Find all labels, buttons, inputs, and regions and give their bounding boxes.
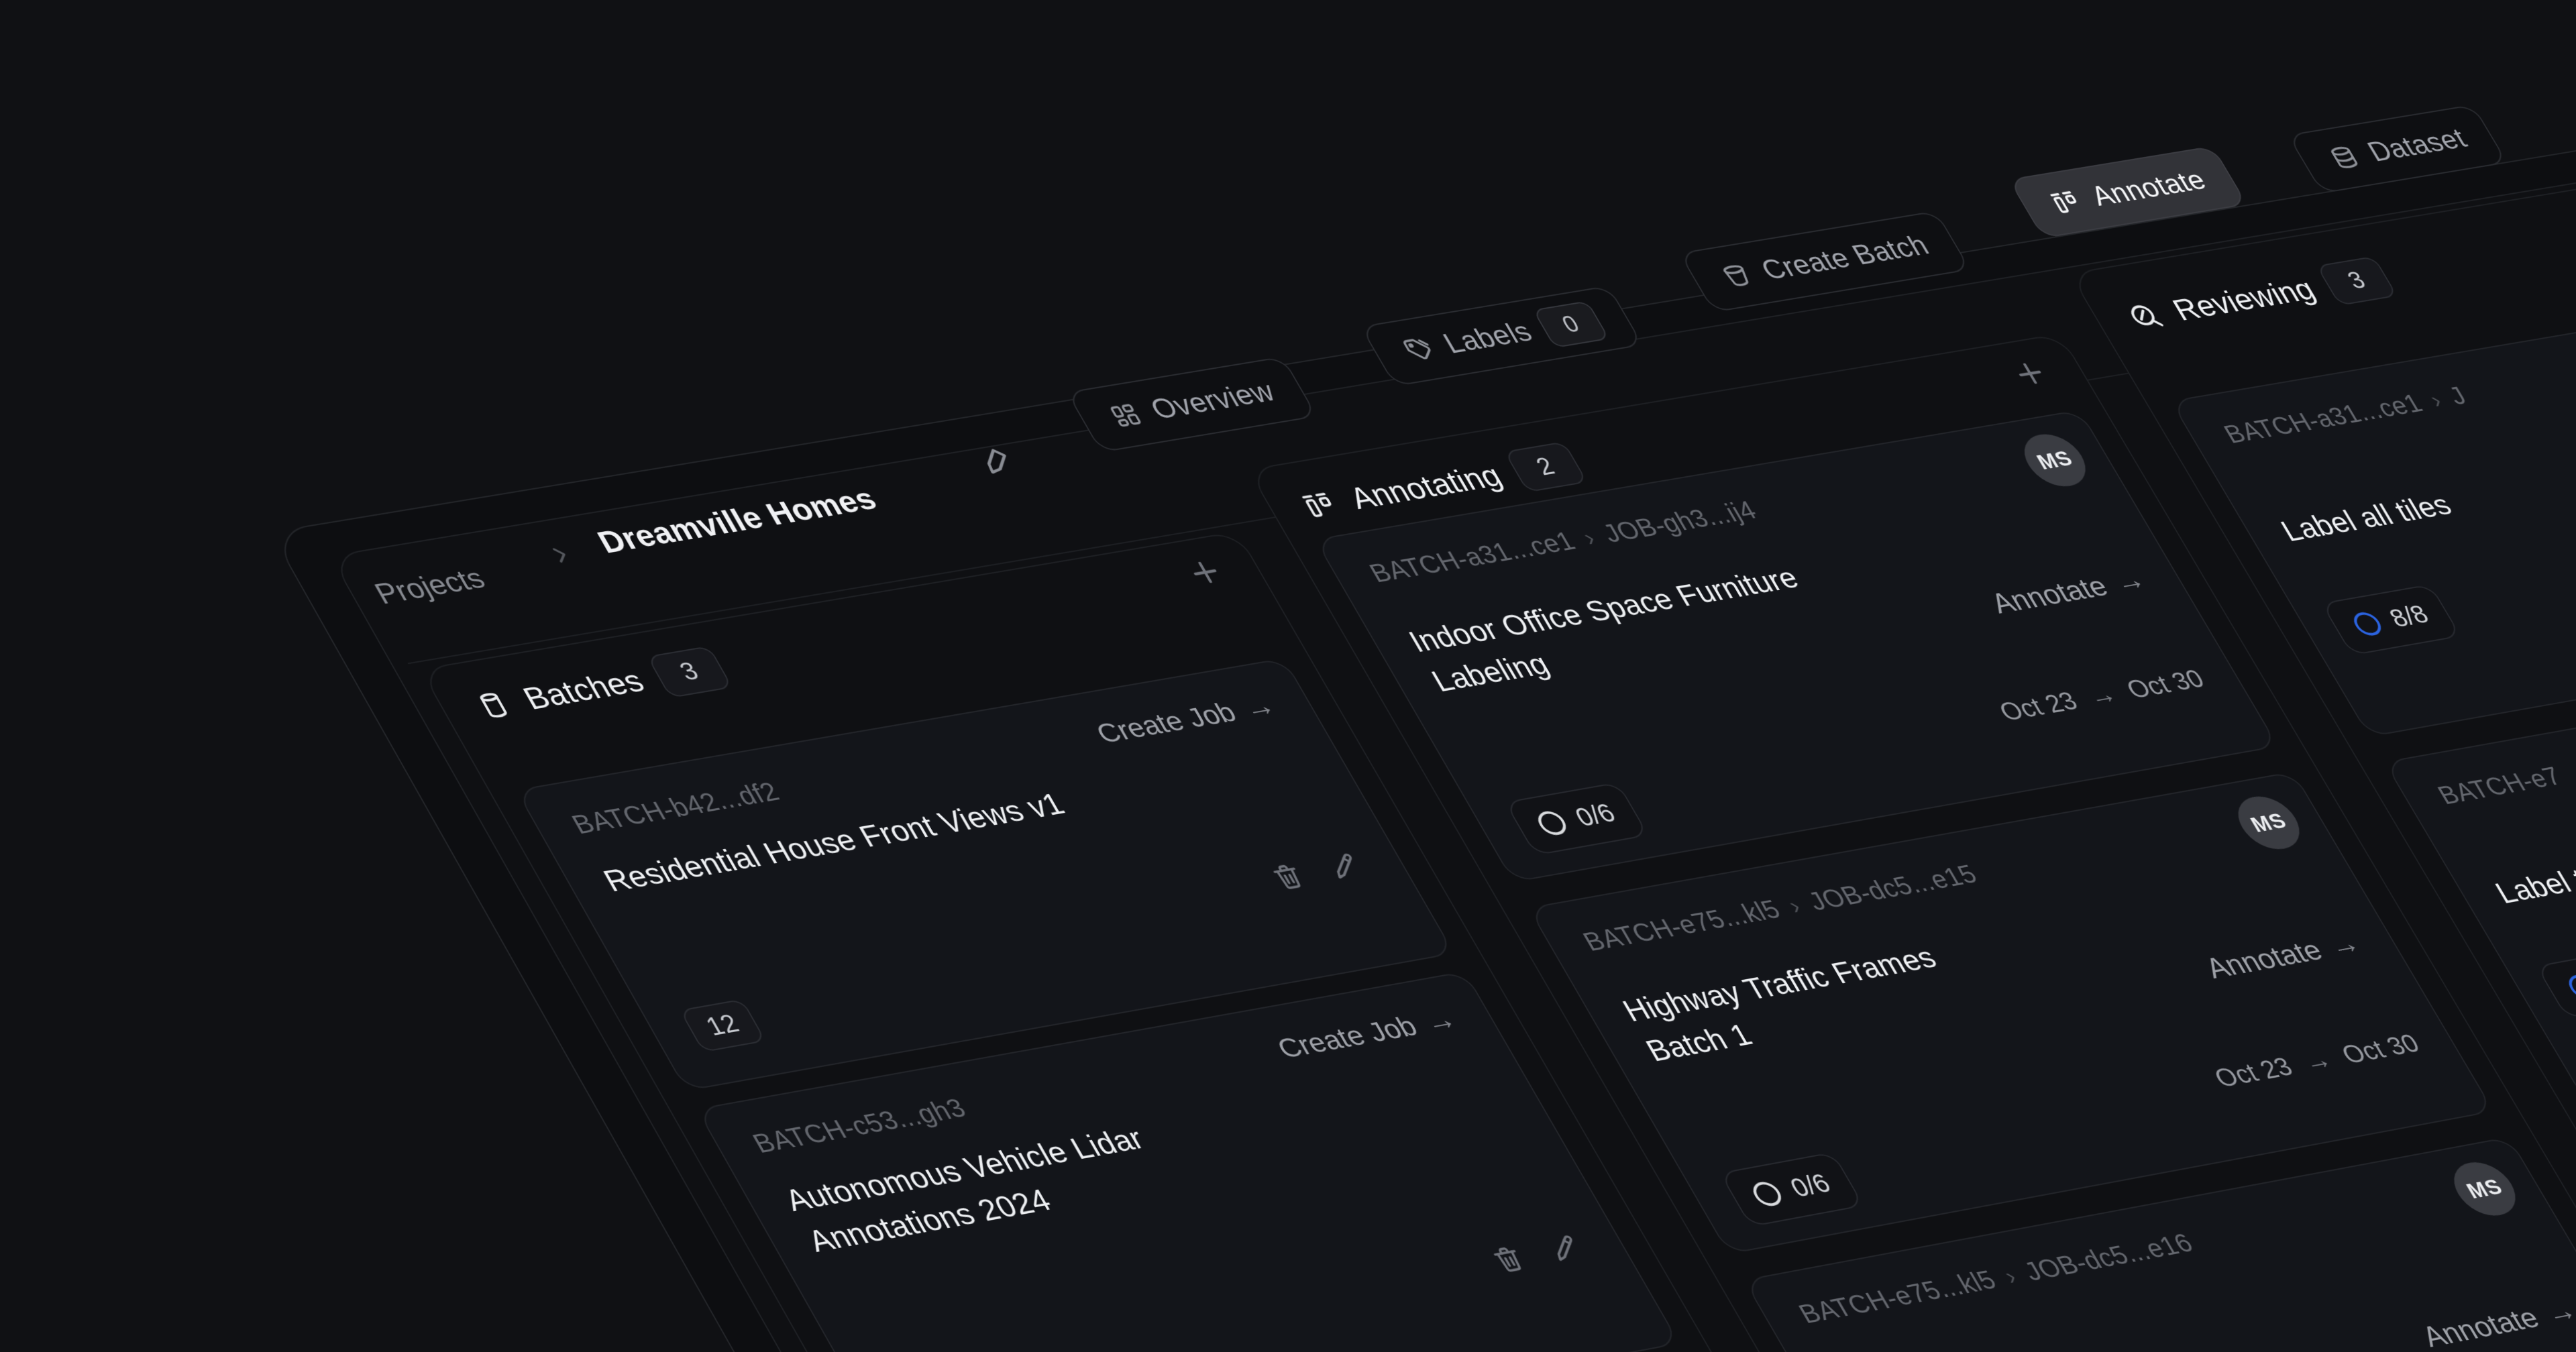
tab-create-batch-label: Create Batch [1756,230,1935,286]
chevron-right-icon: › [2425,387,2447,413]
assignee-avatar[interactable]: MS [2443,1158,2527,1221]
job-batch-id: BATCH-e75...kl5 [1794,1265,2002,1329]
tag-icon [1397,334,1440,365]
progress-pill [2536,952,2576,1019]
progress-ring-complete-icon [2349,610,2386,637]
date-start: Oct 23 [2209,1053,2298,1094]
job-breadcrumb: BATCH-e7 [2433,763,2567,811]
arrow-right-icon: → [2322,927,2367,962]
app-window: Overview Labels 0 Create Batch Annotate … [0,0,2576,1352]
job-batch-id: BATCH-a31...ce1 [1364,527,1580,588]
job-batch-id: BATCH-e75...kl5 [1578,895,1786,957]
job-id: J [2444,382,2472,411]
job-title: Highway Traffic Frames Batch 1 [1615,922,2050,1072]
batches-column-header: Batches 3 [466,646,733,729]
trash-icon[interactable] [1264,859,1311,894]
progress-pill: 8/8 [2321,584,2461,656]
reviewing-column-title: Reviewing [2166,272,2322,327]
arrow-right-icon: → [2107,564,2152,599]
job-batch-id: BATCH-e7 [2433,763,2567,811]
kanban-icon [2045,186,2089,218]
chevron-right-icon: › [1783,893,1806,919]
job-batch-id: BATCH-a31...ce1 [2219,390,2428,449]
job-breadcrumb: BATCH-e75...kl5 › JOB-dc5...e16 [1794,1229,2199,1329]
assignee-avatar[interactable]: MS [2227,792,2310,853]
annotate-link[interactable]: Annotate → [2416,1294,2576,1352]
batch-actions [1485,1231,1589,1276]
create-job-link[interactable]: Create Job → [1271,1003,1463,1066]
progress-pill: 0/6 [1719,1152,1864,1227]
batch-title: Residential House Front Views v1 [595,743,1304,903]
batch-id: BATCH-c53...gh3 [748,1094,972,1160]
annotate-link[interactable]: Annotate → [2199,927,2367,985]
progress-pill: 0/6 [1504,782,1648,856]
chevron-right-icon: › [1999,1263,2022,1290]
tab-overview-label: Overview [1145,376,1281,426]
annotating-count-badge: 2 [1503,441,1587,492]
batch-id: BATCH-b42...df2 [567,777,785,840]
annotating-column-title: Annotating [1343,458,1509,516]
job-title: Indoor Office Space Furniture Labeling [1401,557,1836,703]
job-breadcrumb: BATCH-a31...ce1 › J [2219,382,2472,449]
tab-dataset-label: Dataset [2362,123,2473,168]
bucket-icon [1716,261,1759,292]
arrow-right-icon: → [1236,689,1282,725]
tab-annotate-label: Annotate [2085,165,2212,213]
labels-count-badge: 0 [1532,300,1609,348]
reviewing-count-badge: 3 [2316,256,2398,306]
job-id: JOB-dc5...e16 [2019,1229,2199,1287]
trash-icon[interactable] [1485,1241,1532,1277]
job-title: Label all tiles [2273,419,2576,551]
job-dates: Oct 23 → Oct 30 [1994,665,2210,727]
database-icon [2324,143,2365,173]
batch-actions [1264,849,1368,894]
arrow-right-icon: → [2082,680,2123,712]
progress-value: 0/6 [1570,799,1621,832]
create-job-link[interactable]: Create Job → [1090,689,1282,750]
batches-column-title: Batches [517,663,651,717]
arrow-right-icon: → [1417,1003,1463,1039]
batches-database-icon [470,688,518,723]
date-end: Oct 30 [2121,665,2210,704]
arrow-right-icon: → [2538,1294,2576,1330]
tilted-board-plane: Overview Labels 0 Create Batch Annotate … [0,0,2576,1352]
date-start: Oct 23 [1994,687,2083,727]
add-annotating-job-button[interactable] [2005,355,2055,392]
progress-ring-complete-icon [2564,973,2576,1000]
add-batch-button[interactable] [1179,554,1231,592]
job-id: JOB-dc5...e15 [1803,860,1983,917]
reviewing-column-header: Reviewing 3 [2118,256,2398,339]
progress-value: 0/6 [1785,1169,1836,1203]
progress-value: 8/8 [2384,600,2434,633]
tab-labels-label: Labels [1438,317,1538,360]
date-end: Oct 30 [2337,1029,2425,1070]
progress-ring-icon [1534,809,1571,837]
pencil-icon[interactable] [1541,1231,1589,1266]
arrow-right-icon: → [2297,1046,2338,1078]
review-magnifier-icon [2121,299,2169,334]
batches-count-badge: 3 [646,646,733,698]
annotate-link[interactable]: Annotate → [1985,563,2153,620]
job-dates: Oct 23 → Oct 30 [2209,1029,2425,1094]
progress-ring-icon [1748,1180,1786,1208]
pencil-icon[interactable] [1320,849,1368,884]
assignee-avatar[interactable]: MS [2013,430,2096,490]
annotating-kanban-icon [1295,487,1344,522]
job-id: JOB-gh3...ij4 [1598,496,1762,549]
grid-icon [1104,400,1148,431]
chevron-right-icon: › [1578,524,1601,551]
batch-items-count-badge: 12 [679,999,766,1052]
